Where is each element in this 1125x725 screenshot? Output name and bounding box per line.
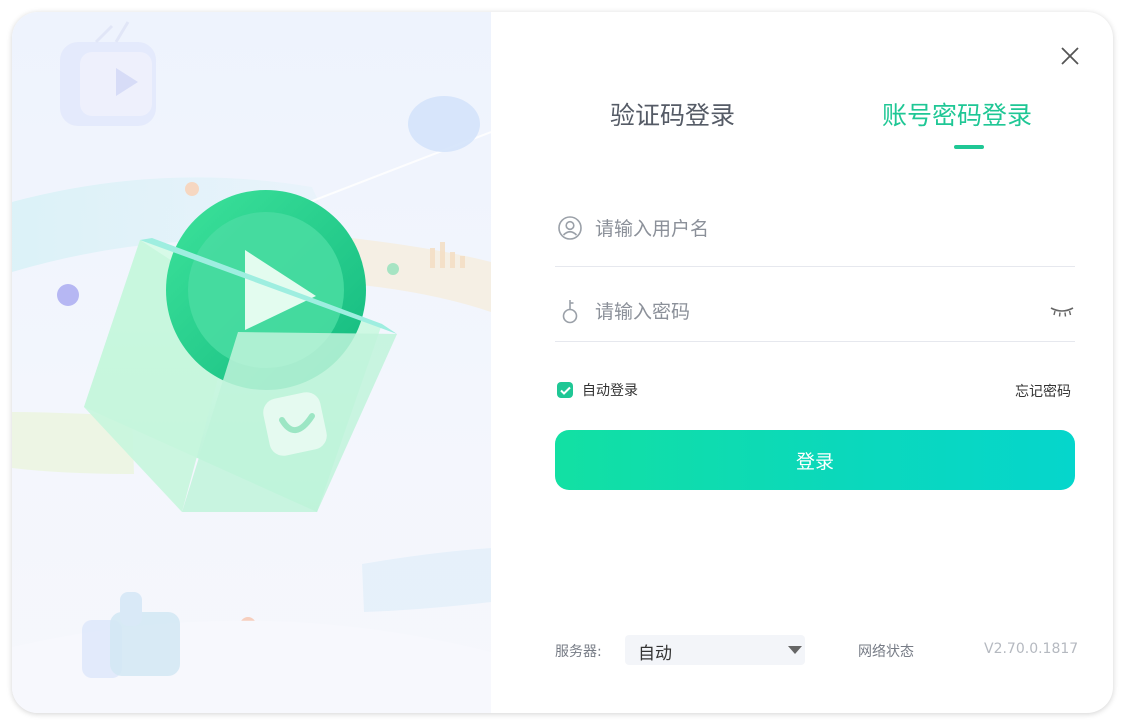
network-status-link[interactable]: 网络状态	[858, 641, 914, 661]
login-dialog: 验证码登录 账号密码登录 自动登录	[12, 12, 1113, 713]
password-input[interactable]	[595, 296, 1015, 328]
tab-sms-login[interactable]: 验证码登录	[610, 96, 735, 132]
caret-down-icon	[788, 646, 802, 654]
username-field	[555, 207, 1075, 267]
eye-closed-icon[interactable]	[1049, 303, 1075, 319]
server-select[interactable]: 自动	[625, 635, 805, 665]
illustration	[12, 21, 491, 713]
user-icon	[558, 216, 582, 240]
username-input[interactable]	[595, 213, 1015, 245]
illustration-panel	[12, 12, 491, 713]
auto-login-toggle[interactable]: 自动登录	[557, 380, 638, 400]
server-value: 自动	[638, 644, 672, 664]
password-field	[555, 290, 1075, 342]
auto-login-checkbox[interactable]	[557, 382, 573, 398]
auto-login-label: 自动登录	[582, 383, 638, 399]
close-icon[interactable]	[1058, 44, 1082, 68]
server-label: 服务器:	[555, 644, 602, 660]
key-icon	[562, 300, 578, 324]
check-icon	[559, 386, 571, 395]
login-button[interactable]: 登录	[555, 430, 1075, 490]
version-label: V2.70.0.1817	[984, 641, 1079, 657]
forgot-password-link[interactable]: 忘记密码	[1015, 381, 1071, 401]
active-tab-indicator	[954, 145, 984, 149]
tab-password-login[interactable]: 账号密码登录	[882, 96, 1032, 132]
